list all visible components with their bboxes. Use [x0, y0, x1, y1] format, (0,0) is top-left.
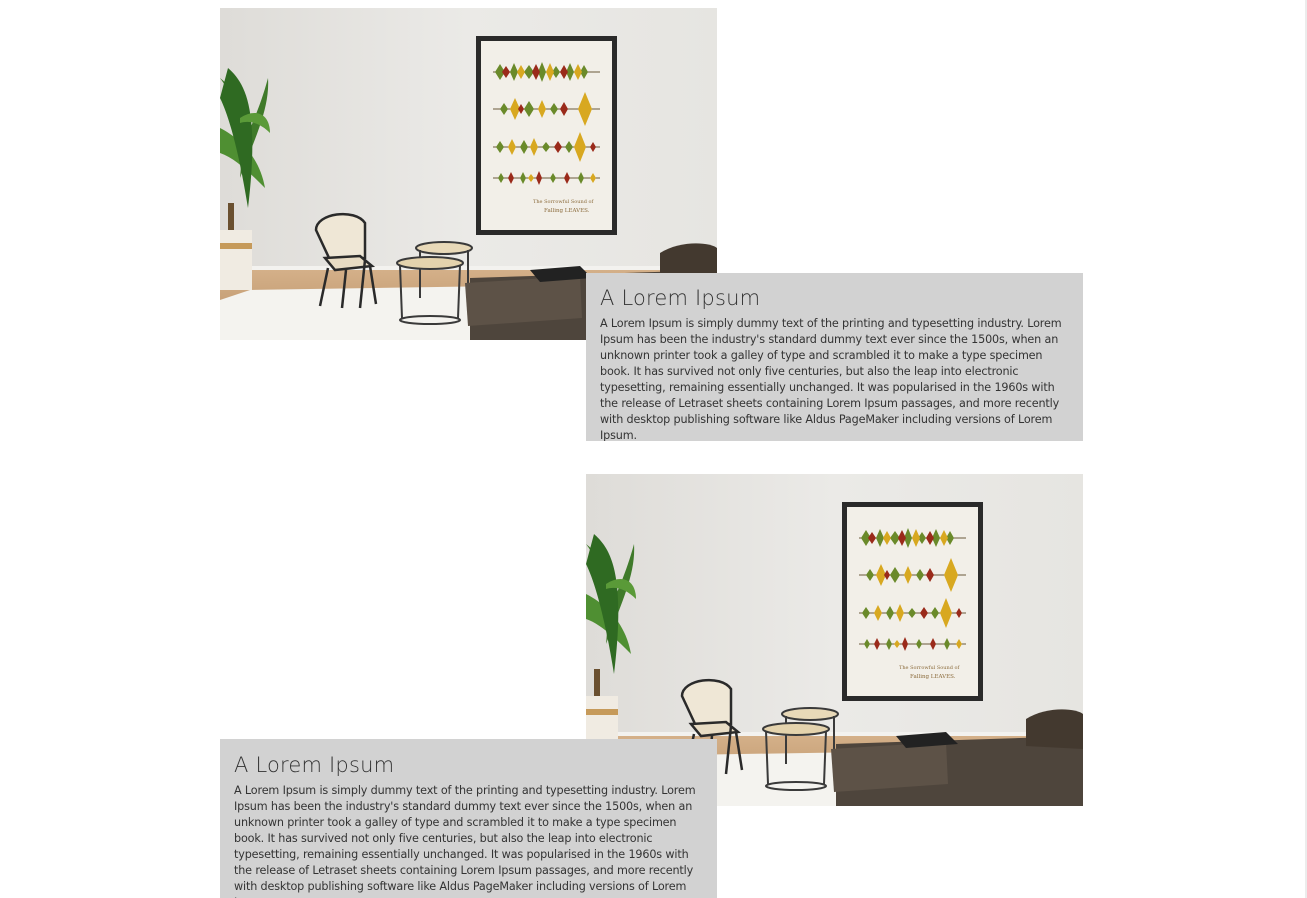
poster: The Sorrowful Sound of Falling LEAVES.: [842, 502, 983, 701]
card-body: A Lorem Ipsum is simply dummy text of th…: [234, 784, 696, 898]
text-card: A Lorem Ipsum A Lorem Ipsum is simply du…: [586, 273, 1083, 441]
poster-caption-2: Falling LEAVES.: [910, 674, 956, 680]
poster-caption-1: The Sorrowful Sound of: [899, 665, 961, 671]
poster: The Sorrowful Sound of Falling LEAVES.: [476, 36, 617, 235]
card-title: A Lorem Ipsum: [234, 753, 395, 777]
card-title: A Lorem Ipsum: [600, 286, 761, 310]
poster-caption-1: The Sorrowful Sound of: [533, 199, 595, 205]
page: The Sorrowful Sound of Falling LEAVES. A…: [0, 0, 1307, 898]
text-card: A Lorem Ipsum A Lorem Ipsum is simply du…: [220, 739, 717, 898]
poster-caption-2: Falling LEAVES.: [544, 208, 590, 214]
card-body: A Lorem Ipsum is simply dummy text of th…: [600, 317, 1062, 441]
